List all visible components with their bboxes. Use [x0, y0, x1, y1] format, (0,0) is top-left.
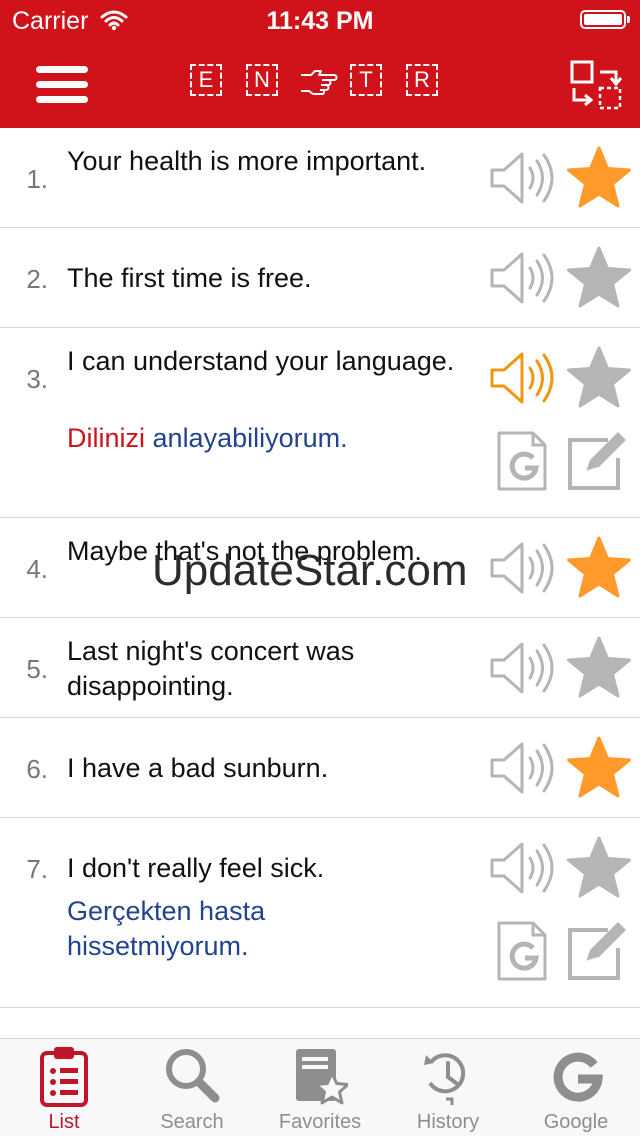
favorite-star-icon[interactable] [566, 345, 632, 411]
phrase-text: Last night's concert was disappointing. [67, 636, 355, 701]
favorite-star-icon[interactable] [566, 635, 632, 701]
phrase-row[interactable]: 1. Your health is more important. [0, 128, 640, 228]
speaker-icon[interactable] [488, 740, 554, 796]
hamburger-icon [36, 66, 88, 73]
google-g-icon [553, 1052, 603, 1102]
favorites-book-icon [296, 1049, 348, 1105]
phrase-number: 2. [26, 264, 48, 294]
tab-favorites[interactable]: Favorites [256, 1039, 384, 1137]
tab-history[interactable]: History [384, 1039, 512, 1137]
translation-text: Dilinizi anlayabiliyorum. [67, 421, 487, 456]
source-language-letter-1: E [190, 64, 222, 96]
favorite-star-icon[interactable] [566, 535, 632, 601]
tab-google[interactable]: Google [512, 1039, 640, 1137]
phrase-number: 7. [26, 854, 48, 884]
battery-icon [580, 10, 630, 29]
phrase-row[interactable]: 5. Last night's concert was disappointin… [0, 618, 640, 718]
edit-note-icon[interactable] [566, 920, 628, 982]
phrase-number: 1. [26, 164, 48, 194]
translation-text: Gerçekten hasta hissetmiyorum. [67, 894, 387, 964]
speaker-icon[interactable] [488, 640, 554, 696]
target-language-letter-2: R [406, 64, 438, 96]
favorite-star-icon[interactable] [566, 145, 632, 211]
tab-bar: List Search Favorites History Google [0, 1038, 640, 1136]
hamburger-icon [36, 81, 88, 88]
speaker-icon[interactable] [488, 150, 554, 206]
translation-highlight: Dilinizi [67, 423, 146, 453]
phrase-number: 6. [26, 754, 48, 784]
speaker-icon[interactable] [488, 250, 554, 306]
google-translate-icon[interactable] [496, 430, 548, 492]
phrase-text: I have a bad sunburn. [67, 753, 329, 783]
menu-button[interactable] [36, 64, 88, 104]
swap-languages-button[interactable] [570, 60, 624, 110]
tab-label: Favorites [278, 1111, 362, 1133]
hamburger-icon [36, 96, 88, 103]
tab-list[interactable]: List [0, 1039, 128, 1137]
phrase-text: The first time is free. [67, 263, 312, 293]
phrase-text: I don't really feel sick. [67, 853, 325, 883]
phrase-row-expanded[interactable]: 7. I don't really feel sick. Gerçekten h… [0, 818, 640, 1008]
top-bar: Carrier 11:43 PM E N T R [0, 0, 640, 128]
tab-label: Google [543, 1111, 609, 1133]
pointing-hand-icon [301, 70, 338, 95]
magnifier-icon [166, 1049, 220, 1103]
phrase-number: 3. [26, 364, 48, 394]
favorite-star-icon[interactable] [566, 835, 632, 901]
clock-time: 11:43 PM [266, 7, 374, 35]
phrase-row[interactable]: 2. The first time is free. [0, 228, 640, 328]
favorite-star-icon[interactable] [566, 735, 632, 801]
favorite-star-icon[interactable] [566, 245, 632, 311]
swap-languages-icon [570, 60, 623, 110]
speaker-icon[interactable] [488, 540, 554, 596]
speaker-icon[interactable] [488, 840, 554, 896]
phrase-row[interactable]: 6. I have a bad sunburn. [0, 718, 640, 818]
phrase-row-expanded[interactable]: 3. I can understand your language. Dilin… [0, 328, 640, 518]
phrase-text: I can understand your language. [67, 346, 455, 376]
phrase-number: 4. [26, 554, 48, 584]
phrase-number: 5. [26, 654, 48, 684]
history-clock-icon [424, 1053, 466, 1105]
translation-rest: Gerçekten hasta hissetmiyorum. [67, 896, 266, 961]
google-translate-icon[interactable] [496, 920, 548, 982]
tab-search[interactable]: Search [128, 1039, 256, 1137]
translation-rest: anlayabiliyorum. [152, 423, 348, 453]
speaker-icon[interactable] [488, 350, 554, 406]
tab-label: History [416, 1111, 480, 1133]
edit-note-icon[interactable] [566, 430, 628, 492]
tab-label: List [48, 1111, 80, 1133]
phrase-row-partial[interactable] [0, 1008, 640, 1038]
clipboard-list-icon [40, 1047, 88, 1107]
tab-label: Search [160, 1111, 224, 1133]
watermark: UpdateStar.com [152, 546, 468, 595]
status-bar: Carrier 11:43 PM [0, 0, 640, 40]
target-language-letter-1: T [350, 64, 382, 96]
phrase-text: Your health is more important. [67, 146, 427, 176]
source-language-letter-2: N [246, 64, 278, 96]
